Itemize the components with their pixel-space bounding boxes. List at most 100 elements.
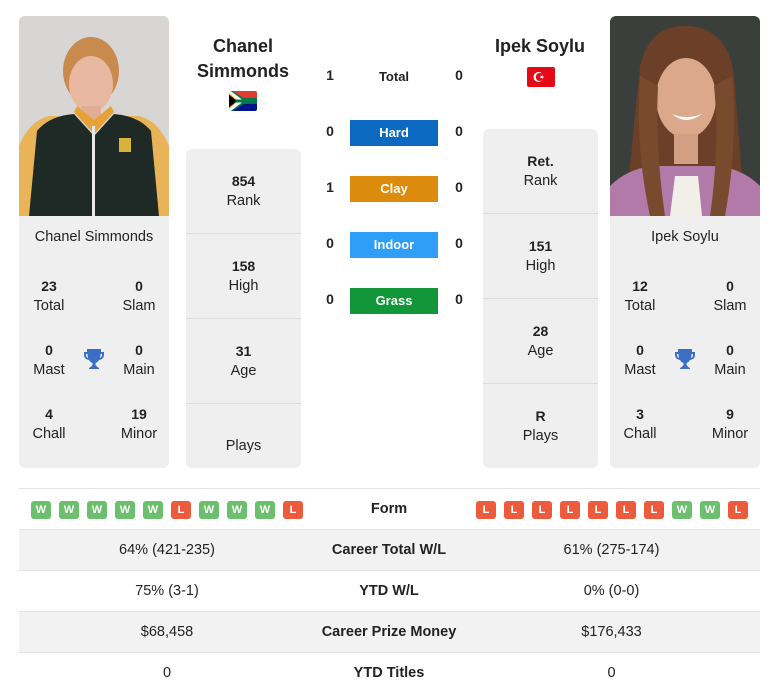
info-rank-value: Ret. — [527, 153, 554, 169]
h2h-clay-left: 1 — [326, 179, 334, 195]
info-high-value: 151 — [528, 238, 553, 254]
player-right-photo[interactable] — [610, 16, 760, 216]
titles-slam: 0 Slam — [700, 276, 760, 316]
player-left-name-heading[interactable]: Chanel Simmonds — [180, 34, 306, 84]
info-age-label: Age — [527, 343, 554, 359]
form-win-badge[interactable]: W — [227, 501, 247, 519]
form-loss-badge[interactable]: L — [171, 501, 191, 519]
prize-money-left: $68,458 — [140, 624, 194, 640]
prize-money-right: $176,433 — [581, 624, 642, 640]
titles-slam-value: 0 — [135, 278, 143, 294]
table-row: 0 YTD Titles 0 — [19, 652, 760, 693]
trophy-icon — [82, 347, 106, 371]
ytd-titles-right: 0 — [607, 665, 616, 681]
info-rank: 854 Rank — [186, 149, 301, 234]
titles-slam-value: 0 — [726, 278, 734, 294]
player-right-form: LLLLLLLWWL — [476, 501, 748, 519]
career-wl-right: 61% (275-174) — [563, 542, 660, 558]
form-loss-badge[interactable]: L — [644, 501, 664, 519]
h2h-total-left: 1 — [326, 67, 334, 83]
form-win-badge[interactable]: W — [672, 501, 692, 519]
comparison-table: WWWWWLWWWL Form LLLLLLLWWL 64% (421-235)… — [19, 488, 760, 693]
player-right-titles-card: Ipek Soylu 12 Total 0 Slam 0 Mast 0 Main… — [610, 216, 760, 468]
titles-mast: 0 Mast — [19, 340, 79, 380]
titles-mast-label: Mast — [33, 362, 65, 378]
info-plays: R Plays — [483, 384, 598, 468]
south-africa-flag-icon — [229, 91, 257, 111]
form-loss-badge[interactable]: L — [560, 501, 580, 519]
form-loss-badge[interactable]: L — [616, 501, 636, 519]
player-right-name-heading[interactable]: Ipek Soylu — [478, 34, 602, 59]
titles-chall-label: Chall — [623, 426, 657, 442]
player-right-name-label[interactable]: Ipek Soylu — [610, 229, 760, 245]
info-high-label: High — [228, 278, 259, 294]
table-row: 64% (421-235) Career Total W/L 61% (275-… — [19, 529, 760, 570]
titles-chall: 3 Chall — [610, 404, 670, 444]
player-photo-image — [19, 16, 169, 216]
titles-main-label: Main — [714, 362, 746, 378]
info-rank-label: Rank — [226, 193, 261, 209]
titles-chall-value: 3 — [636, 406, 644, 422]
titles-minor-label: Minor — [120, 426, 158, 442]
form-loss-badge[interactable]: L — [588, 501, 608, 519]
player-photo-image — [610, 16, 760, 216]
titles-chall-value: 4 — [45, 406, 53, 422]
titles-mast-label: Mast — [624, 362, 656, 378]
surface-hard-badge[interactable]: Hard — [350, 120, 438, 146]
form-loss-badge[interactable]: L — [532, 501, 552, 519]
titles-chall-label: Chall — [32, 426, 66, 442]
surface-clay-badge[interactable]: Clay — [350, 176, 438, 202]
titles-total-value: 12 — [632, 278, 648, 294]
surface-indoor-badge[interactable]: Indoor — [350, 232, 438, 258]
form-win-badge[interactable]: W — [255, 501, 275, 519]
titles-total-label: Total — [624, 298, 656, 314]
h2h-indoor-right: 0 — [455, 235, 463, 251]
info-high-label: High — [525, 258, 556, 274]
titles-slam-label: Slam — [122, 298, 156, 314]
player-left-last-name: Simmonds — [196, 61, 289, 81]
form-loss-badge[interactable]: L — [728, 501, 748, 519]
form-win-badge[interactable]: W — [115, 501, 135, 519]
player-left-name-label[interactable]: Chanel Simmonds — [19, 229, 169, 245]
turkey-flag-icon — [527, 67, 555, 87]
table-row: $68,458 Career Prize Money $176,433 — [19, 611, 760, 652]
ytd-wl-right: 0% (0-0) — [583, 583, 640, 599]
info-high: 151 High — [483, 214, 598, 299]
form-win-badge[interactable]: W — [143, 501, 163, 519]
form-win-badge[interactable]: W — [31, 501, 51, 519]
ytd-titles-left: 0 — [162, 665, 172, 681]
ytd-wl-left: 75% (3-1) — [135, 583, 199, 599]
info-plays-label: Plays — [225, 438, 262, 454]
table-row: 75% (3-1) YTD W/L 0% (0-0) — [19, 570, 760, 611]
h2h-hard-left: 0 — [326, 123, 334, 139]
info-plays: Plays — [186, 404, 301, 468]
info-high-value: 158 — [231, 258, 256, 274]
form-label: Form — [370, 501, 408, 517]
info-rank-label: Rank — [523, 173, 558, 189]
surface-grass-badge[interactable]: Grass — [350, 288, 438, 314]
form-loss-badge[interactable]: L — [504, 501, 524, 519]
h2h-indoor-left: 0 — [326, 235, 334, 251]
player-left-photo[interactable] — [19, 16, 169, 216]
form-win-badge[interactable]: W — [700, 501, 720, 519]
titles-mast-value: 0 — [45, 342, 53, 358]
titles-total: 12 Total — [610, 276, 670, 316]
form-loss-badge[interactable]: L — [476, 501, 496, 519]
form-loss-badge[interactable]: L — [283, 501, 303, 519]
form-win-badge[interactable]: W — [59, 501, 79, 519]
player-left-first-name: Chanel — [212, 36, 273, 56]
info-high: 158 High — [186, 234, 301, 319]
form-win-badge[interactable]: W — [87, 501, 107, 519]
player-left-info-card: 854 Rank 158 High 31 Age Plays — [186, 149, 301, 468]
titles-minor: 9 Minor — [700, 404, 760, 444]
titles-main: 0 Main — [109, 340, 169, 380]
form-win-badge[interactable]: W — [199, 501, 219, 519]
titles-minor-value: 9 — [726, 406, 734, 422]
h2h-grass-right: 0 — [455, 291, 463, 307]
titles-total: 23 Total — [19, 276, 79, 316]
titles-mast-value: 0 — [636, 342, 644, 358]
info-plays-label: Plays — [522, 428, 559, 444]
titles-total-value: 23 — [41, 278, 57, 294]
titles-main-label: Main — [123, 362, 155, 378]
info-age-value: 28 — [532, 323, 549, 339]
